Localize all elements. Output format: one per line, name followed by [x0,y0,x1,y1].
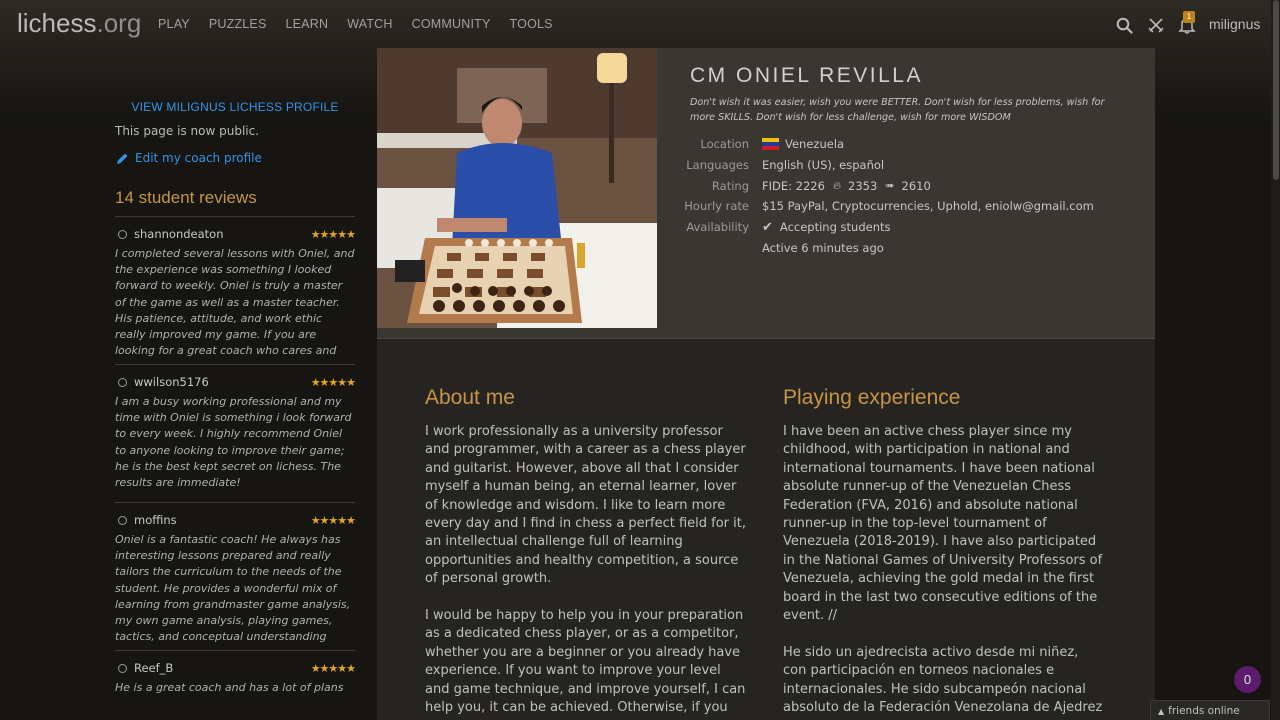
hourly-label: Hourly rate [684,199,749,214]
review-item: shannondeaton ★★★★★ I completed several … [115,217,355,365]
menu-tools[interactable]: TOOLS [510,17,553,31]
hourly-value: $15 PayPal, Cryptocurrencies, Uphold, en… [762,199,1094,214]
coach-photo [377,48,657,328]
notification-badge: 1 [1183,11,1195,23]
experience-title: Playing experience [783,386,961,409]
star-rating: ★★★★★ [310,375,355,389]
review-item: wwilson5176 ★★★★★ I am a busy working pr… [115,365,355,503]
public-note: This page is now public. [115,124,260,138]
page-scrollbar[interactable] [1271,0,1280,720]
review-author[interactable]: wwilson5176 [134,375,311,389]
coach-info: Location Venezuela Languages English (US… [677,134,1094,258]
availability-label: Availability [686,220,749,235]
star-rating: ★★★★★ [310,513,355,527]
bullet-icon: ➠ [885,179,895,193]
languages-value: English (US), español [762,158,885,173]
friends-online-label: friends online [1168,705,1240,717]
review-item: moffins ★★★★★ Oniel is a fantastic coach… [115,503,355,651]
search-icon[interactable] [1116,17,1133,34]
star-rating: ★★★★★ [310,227,355,241]
rating-fide: FIDE: 2226 [762,178,825,193]
scrollbar-thumb[interactable] [1273,0,1279,180]
about-paragraph: I work professionally as a university pr… [425,424,746,587]
venezuela-flag-icon [762,138,779,151]
check-icon: ✔ [762,219,773,235]
experience-paragraph: He sido un ajedrecista activo desde mi n… [783,644,1103,716]
caret-up-icon: ▲ [1158,707,1165,716]
star-rating: ★★★★★ [310,661,355,675]
user-status-icon [118,663,127,673]
coach-sidebar: VIEW MILIGNUS LICHESS PROFILE This page … [115,96,355,704]
menu-community[interactable]: COMMUNITY [412,17,491,31]
pencil-icon [117,153,128,164]
location-value: Venezuela [785,137,845,152]
rating-blitz: 2353 [848,178,878,193]
coach-card: CM ONIEL REVILLA Don't wish it was easie… [377,48,1155,720]
experience-paragraph: I have been an active chess player since… [783,424,1103,624]
about-paragraph: I would be happy to help you in your pre… [425,608,746,720]
about-section: About me I work professionally as a univ… [425,386,747,720]
coach-header: CM ONIEL REVILLA Don't wish it was easie… [377,48,1155,339]
friends-online-toggle[interactable]: ▲ friends online [1150,700,1270,720]
fire-icon: 🔥︎ [832,178,842,192]
view-profile-link[interactable]: VIEW MILIGNUS LICHESS PROFILE [115,96,355,114]
user-menu[interactable]: milignus [1209,16,1260,32]
review-author[interactable]: shannondeaton [134,227,311,241]
review-author[interactable]: Reef_B [134,661,311,675]
user-status-icon [118,515,127,525]
review-item: Reef_B ★★★★★ He is a great coach and has… [115,651,355,704]
review-text: He is a great coach and has a lot of pla… [115,681,344,694]
review-text: I am a busy working professional and my … [115,395,352,490]
availability-value: Accepting students [779,220,891,235]
rating-label: Rating [711,178,749,193]
user-status-icon [118,229,127,239]
site-logo[interactable]: lichess.org [17,8,141,39]
rating-bullet: 2610 [901,178,931,193]
experience-section: Playing experience I have been an active… [783,386,1105,720]
languages-label: Languages [686,158,749,173]
reviews-title: 14 student reviews [115,188,355,217]
menu-puzzles[interactable]: PUZZLES [209,17,267,31]
review-author[interactable]: moffins [134,513,311,527]
menu-watch[interactable]: WATCH [347,17,392,31]
about-title: About me [425,386,515,409]
top-nav: lichess.org PLAY PUZZLES LEARN WATCH COM… [0,0,1280,48]
main-menu: PLAY PUZZLES LEARN WATCH COMMUNITY TOOLS [158,17,572,31]
edit-coach-profile-link[interactable]: Edit my coach profile [115,151,355,165]
coach-name: CM ONIEL REVILLA [690,64,923,87]
review-text: I completed several lessons with Oniel, … [115,247,355,356]
menu-play[interactable]: PLAY [158,17,190,31]
challenge-count-badge[interactable]: 0 [1234,666,1261,693]
menu-learn[interactable]: LEARN [286,17,329,31]
review-text: Oniel is a fantastic coach! He always ha… [115,533,351,642]
swords-icon[interactable] [1148,17,1164,33]
edit-link-label: Edit my coach profile [135,151,262,165]
user-status-icon [118,377,127,387]
location-label: Location [700,137,749,152]
last-active: Active 6 minutes ago [762,240,884,255]
coach-quote: Don't wish it was easier, wish you were … [690,97,1105,123]
